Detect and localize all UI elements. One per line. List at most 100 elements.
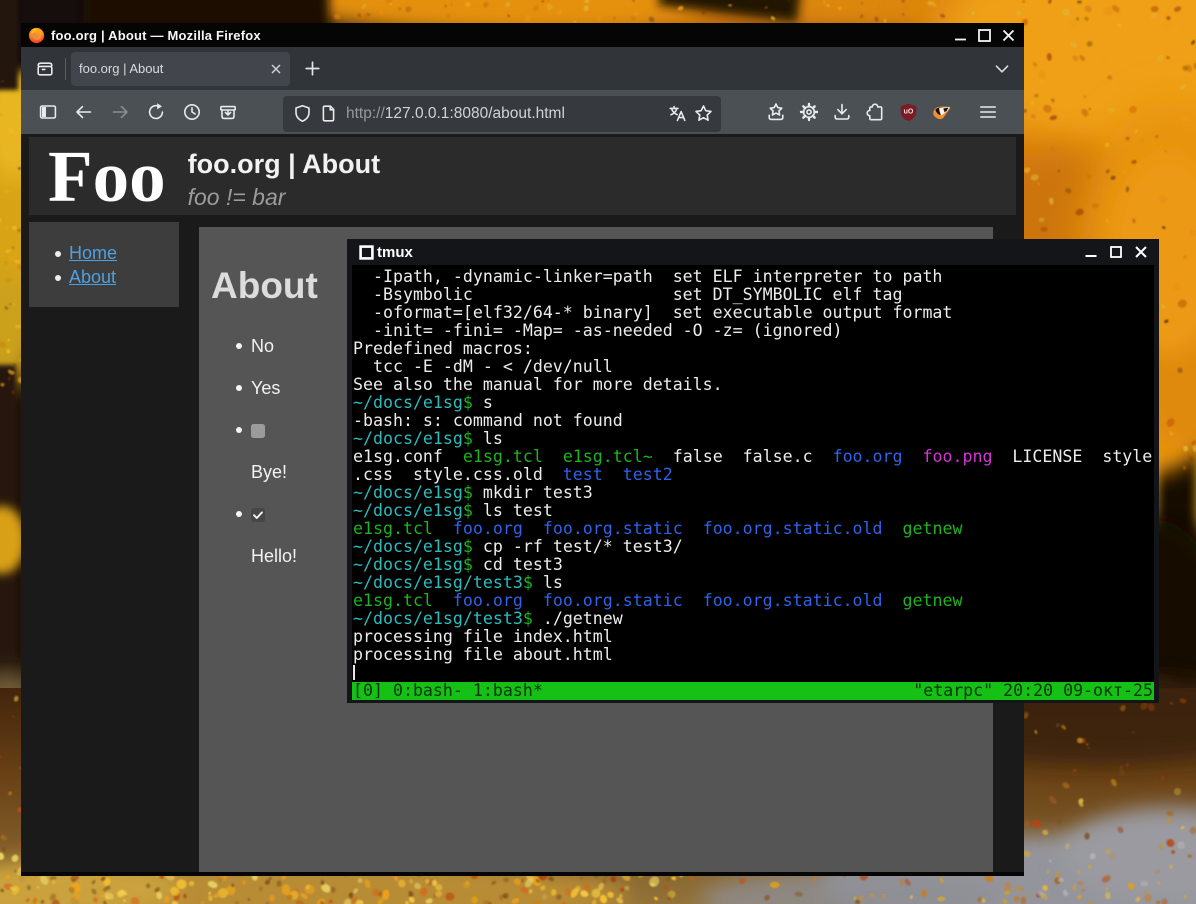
box-arrow-icon xyxy=(218,102,238,122)
downloads-button[interactable] xyxy=(827,97,857,127)
close-icon xyxy=(1002,29,1015,42)
extensions-button[interactable] xyxy=(860,97,890,127)
terminal-row: -Ipath, -dynamic-linker=path set ELF int… xyxy=(353,268,1154,286)
terminal-row: ~/docs/e1sg/test3$ ./getnew xyxy=(353,610,1154,628)
terminal-row: Predefined macros: xyxy=(353,340,1154,358)
navigation-toolbar: http://127.0.0.1:8080/about.html xyxy=(21,90,1024,134)
maximize-button[interactable] xyxy=(978,29,991,42)
url-text[interactable]: http://127.0.0.1:8080/about.html xyxy=(346,105,664,123)
url-bar[interactable]: http://127.0.0.1:8080/about.html xyxy=(283,96,721,132)
page-info-icon[interactable] xyxy=(315,101,341,127)
bookmark-star-button[interactable] xyxy=(690,101,716,127)
page-nav: Home About xyxy=(29,222,179,307)
forward-button[interactable] xyxy=(105,97,135,127)
firefox-view-icon xyxy=(35,59,55,79)
terminal-row: ~/docs/e1sg$ mkdir test3 xyxy=(353,484,1154,502)
terminal-window: tmux -Ipath, -dynamic-linker=path set EL… xyxy=(347,239,1159,703)
tmux-status-windows: [0] 0:bash- 1:bash* xyxy=(352,682,913,700)
close-icon xyxy=(1135,246,1147,258)
url-host: 127.0.0.1 xyxy=(385,105,450,122)
nav-item-about: About xyxy=(69,266,179,290)
ublock-origin-button[interactable]: uO xyxy=(893,97,923,127)
site-subtitle: foo != bar xyxy=(188,184,381,210)
clock-icon xyxy=(182,102,202,122)
window-title: foo.org | About — Mozilla Firefox xyxy=(51,28,261,43)
terminal-row: ~/docs/e1sg$ ls test xyxy=(353,502,1154,520)
terminal-row: .css style.css.old test test2 xyxy=(353,466,1154,484)
terminal-cursor xyxy=(353,665,355,680)
terminal-row: -oformat=[elf32/64-* binary] set executa… xyxy=(353,304,1154,322)
terminal-minimize-button[interactable] xyxy=(1085,246,1097,258)
maximize-icon xyxy=(978,29,991,42)
tmux-status-clock: "etarpc" 20:20 09-окт-25 xyxy=(913,682,1154,700)
ublock-shield-icon: uO xyxy=(899,103,918,122)
terminal-row: -init= -fini= -Map= -as-needed -O -z= (i… xyxy=(353,322,1154,340)
chevron-down-icon xyxy=(994,61,1010,77)
settings-button[interactable] xyxy=(794,97,824,127)
import-button[interactable] xyxy=(213,97,243,127)
terminal-screen[interactable]: -Ipath, -dynamic-linker=path set ELF int… xyxy=(352,265,1154,700)
checkbox-unchecked[interactable] xyxy=(251,424,265,438)
terminal-titlebar[interactable]: tmux xyxy=(347,239,1159,265)
reload-icon xyxy=(146,102,166,122)
tab-separator xyxy=(65,58,66,80)
terminal-app-icon xyxy=(359,245,374,260)
app-menu-button[interactable] xyxy=(973,97,1003,127)
translate-button[interactable] xyxy=(664,101,690,127)
hamburger-menu-icon xyxy=(978,102,998,122)
privacy-badger-button[interactable] xyxy=(926,97,956,127)
site-title: foo.org | About xyxy=(188,150,381,179)
plus-icon xyxy=(305,61,320,76)
forward-arrow-icon xyxy=(110,102,130,122)
shield-icon[interactable] xyxy=(289,101,315,127)
save-to-collection-button[interactable] xyxy=(761,97,791,127)
firefox-view-button[interactable] xyxy=(29,53,61,85)
svg-text:uO: uO xyxy=(903,108,913,115)
terminal-row xyxy=(353,664,1154,682)
browser-titlebar[interactable]: foo.org | About — Mozilla Firefox xyxy=(21,23,1024,47)
puzzle-icon xyxy=(865,102,885,122)
back-arrow-icon xyxy=(74,102,94,122)
translate-icon xyxy=(668,104,687,123)
terminal-row: tcc -E -dM - < /dev/null xyxy=(353,358,1154,376)
tab-strip: foo.org | About xyxy=(21,47,1024,90)
terminal-row: ~/docs/e1sg$ ls xyxy=(353,430,1154,448)
sidebar-toggle-button[interactable] xyxy=(33,97,63,127)
gear-icon xyxy=(799,102,819,122)
terminal-row: ~/docs/e1sg$ cd test3 xyxy=(353,556,1154,574)
new-tab-button[interactable] xyxy=(297,54,327,84)
back-button[interactable] xyxy=(69,97,99,127)
tmux-status-bar: [0] 0:bash- 1:bash* "etarpc" 20:20 09-ок… xyxy=(352,682,1154,700)
site-logo: Foo xyxy=(48,141,166,215)
terminal-row: -Bsymbolic set DT_SYMBOLIC elf tag xyxy=(353,286,1154,304)
badger-icon xyxy=(931,102,952,123)
close-icon xyxy=(270,63,282,75)
history-button[interactable] xyxy=(177,97,207,127)
terminal-close-button[interactable] xyxy=(1135,246,1147,258)
minimize-icon xyxy=(954,29,967,42)
maximize-icon xyxy=(1110,246,1122,258)
terminal-row: ~/docs/e1sg$ s xyxy=(353,394,1154,412)
list-item-label: Yes xyxy=(251,378,280,398)
url-path: :8080/about.html xyxy=(449,105,564,122)
close-button[interactable] xyxy=(1002,29,1015,42)
tab-close-button[interactable] xyxy=(266,59,286,79)
minimize-button[interactable] xyxy=(954,29,967,42)
terminal-row: e1sg.tcl foo.org foo.org.static foo.org.… xyxy=(353,520,1154,538)
sidebar-icon xyxy=(38,102,58,122)
star-icon xyxy=(694,104,713,123)
minimize-icon xyxy=(1085,246,1097,258)
nav-link-about[interactable]: About xyxy=(69,267,116,287)
firefox-icon xyxy=(28,27,45,44)
tab-foo-org-about[interactable]: foo.org | About xyxy=(71,52,290,86)
reload-button[interactable] xyxy=(141,97,171,127)
terminal-maximize-button[interactable] xyxy=(1110,246,1122,258)
terminal-row: ~/docs/e1sg/test3$ ls xyxy=(353,574,1154,592)
terminal-title: tmux xyxy=(377,244,413,261)
list-all-tabs-button[interactable] xyxy=(989,56,1015,82)
url-scheme: http:// xyxy=(346,105,385,122)
terminal-row: -bash: s: command not found xyxy=(353,412,1154,430)
nav-link-home[interactable]: Home xyxy=(69,243,117,263)
checkbox-checked[interactable] xyxy=(251,508,265,522)
tab-label: foo.org | About xyxy=(79,61,266,76)
